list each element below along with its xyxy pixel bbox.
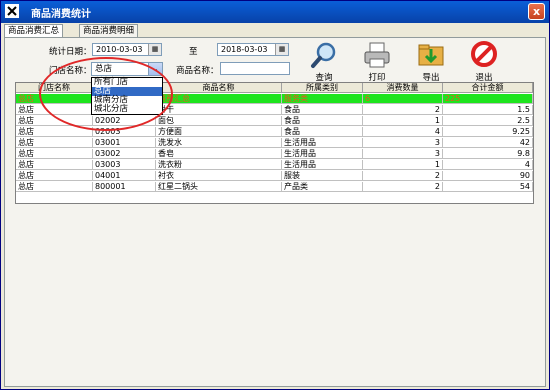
store-select[interactable]: 总店 ⌄ [91,62,163,76]
cell-category: 食品 [282,116,363,126]
chevron-down-icon[interactable]: ⌄ [148,63,162,75]
cell-category: 服装 [282,171,363,181]
main-window: 商品消费统计 x 商品消费汇总 商品消费明细 统计日期： 2010-03-03 … [0,0,550,390]
table-row[interactable]: 总店 03001 洗发水 生活用品 3 42 [16,138,533,148]
cell-store: 总店 [16,182,93,192]
date-to-value: 2018-03-03 [221,45,268,54]
cell-category: 食品 [282,127,363,137]
close-button[interactable]: x [528,3,545,20]
cell-name: 方便面 [156,127,282,137]
cell-qty: 1 [363,116,443,126]
cell-amount: 42 [443,138,533,148]
cell-name: 衬衣 [156,171,282,181]
cell-amount: 4 [443,160,533,170]
cell-store: 总店 [16,171,93,181]
cell-category: 产品类 [282,182,363,192]
cell-category: 服务类 [282,94,363,104]
table-row[interactable]: 总店 800001 红星二锅头 产品类 2 54 [16,182,533,192]
store-label: 门店名称： [49,66,92,76]
date-from-value: 2010-03-03 [96,45,143,54]
column-header[interactable]: 消费数量 [363,83,443,93]
window-title: 商品消费统计 [31,9,91,20]
title-bar: 商品消费统计 x [1,1,549,23]
store-select-value: 总店 [95,64,113,74]
product-label: 商品名称： [176,66,219,76]
store-option[interactable]: 城北分店 [92,105,162,114]
cell-code: 02003 [93,127,156,137]
cell-name: 红星二锅头 [156,182,282,192]
column-header[interactable]: 门店名称 [16,83,93,93]
tab-detail[interactable]: 商品消费明细 [79,24,139,38]
no-entry-icon [471,41,497,67]
cell-category: 生活用品 [282,149,363,159]
cell-qty: 3 [363,149,443,159]
calendar-icon[interactable]: ▦ [148,44,161,55]
cell-product: 消费汇总 [156,94,282,104]
cell-store: 总店 [16,138,93,148]
cell-name: 面包 [156,116,282,126]
cell-code: 03002 [93,149,156,159]
cell-qty: 3 [363,138,443,148]
date-to-picker[interactable]: 2018-03-03 ▦ [217,43,289,56]
cell-store: 总店 [16,105,93,115]
cell-store: 总店 [16,149,93,159]
cell-amount: 90 [443,171,533,181]
table-row[interactable]: 总店 04001 衬衣 服装 2 90 [16,171,533,181]
cell-store: 总店 [16,116,93,126]
cell-name: 洗发水 [156,138,282,148]
table-row[interactable]: 总店 02002 面包 食品 1 2.5 [16,116,533,126]
cell-code: 03003 [93,160,156,170]
cell-name: 饼干 [156,105,282,115]
cell-qty: 2 [363,105,443,115]
cell-name: 香皂 [156,149,282,159]
cell-store: 总店 [16,127,93,137]
calendar-icon[interactable]: ▦ [275,44,288,55]
to-label: 至 [189,47,198,57]
cell-code: 02002 [93,116,156,126]
cell-amount: 225 [443,94,533,104]
exit-button[interactable]: 退出 [467,41,501,83]
cell-name: 洗衣粉 [156,160,282,170]
cell-amount: 2.5 [443,116,533,126]
cell-qty: 1 [363,160,443,170]
cell-code: 800001 [93,182,156,192]
cell-code: 04001 [93,171,156,181]
table-row[interactable]: 总店 03003 洗衣粉 生活用品 1 4 [16,160,533,170]
cell-store: 总店 [16,94,93,104]
export-icon [418,44,444,66]
column-header[interactable]: 合计金额 [443,83,533,93]
export-button[interactable]: 导出 [414,41,448,83]
cell-qty: 2 [363,182,443,192]
app-icon [5,4,19,18]
printer-icon [364,42,390,68]
column-header[interactable]: 所属类别 [282,83,363,93]
query-button[interactable]: 查询 [307,41,341,83]
cell-category: 生活用品 [282,160,363,170]
product-name-input[interactable] [220,62,290,75]
cell-amount: 54 [443,182,533,192]
cell-amount: 9.25 [443,127,533,137]
cell-category: 生活用品 [282,138,363,148]
print-button[interactable]: 打印 [360,41,394,83]
column-header[interactable]: 商品名称 [156,83,282,93]
cell-category: 食品 [282,105,363,115]
date-label: 统计日期： [49,47,92,57]
store-dropdown-list: 所有门店 总店 城南分店 城北分店 [91,77,163,115]
cell-qty: 4 [363,127,443,137]
magnifier-icon [311,42,336,68]
cell-amount: 9.8 [443,149,533,159]
cell-amount: 1.5 [443,105,533,115]
cell-qty: 2 [363,171,443,181]
cell-qty: 6 [363,94,443,104]
table-row[interactable]: 总店 02003 方便面 食品 4 9.25 [16,127,533,137]
date-from-picker[interactable]: 2010-03-03 ▦ [92,43,162,56]
cell-store: 总店 [16,160,93,170]
table-row[interactable]: 总店 03002 香皂 生活用品 3 9.8 [16,149,533,159]
cell-code: 03001 [93,138,156,148]
